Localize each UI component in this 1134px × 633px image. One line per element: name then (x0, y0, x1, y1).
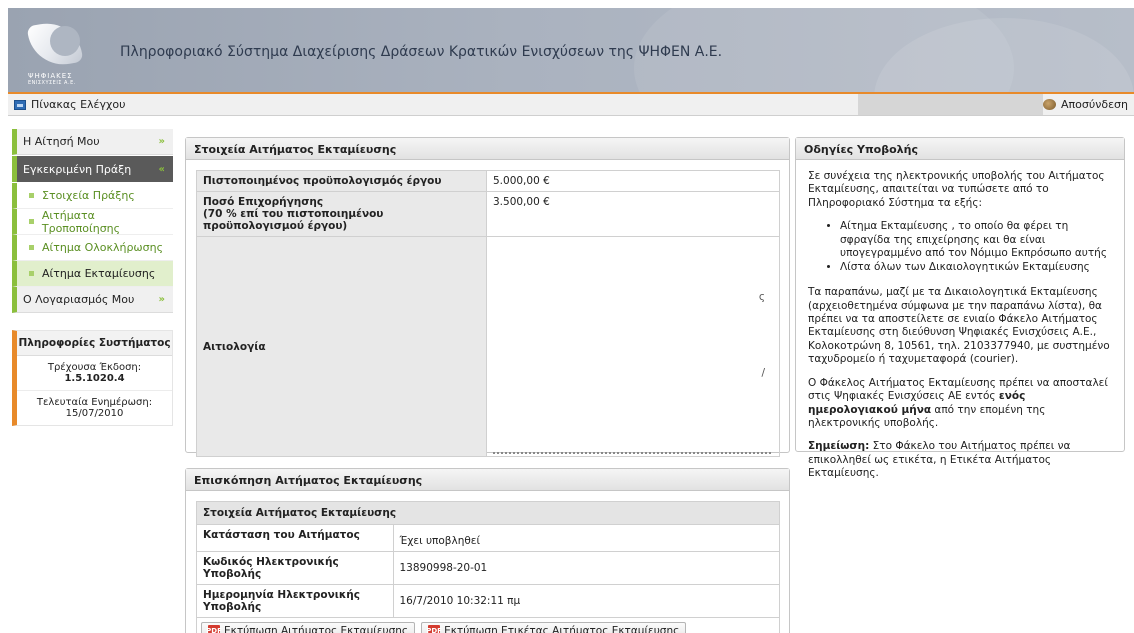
row-label: Κωδικός Ηλεκτρονικής Υποβολής (197, 551, 394, 585)
submission-code-value: 13890998-20-01 (393, 551, 779, 585)
instructions-paragraph: Σε συνέχεια της ηλεκτρονικής υποβολής το… (808, 170, 1105, 209)
subpanel-title: Στοιχεία Αιτήματος Εκταμίευσης (197, 502, 779, 525)
row-label: Αιτιολογία (196, 236, 487, 457)
table-row: Κωδικός Ηλεκτρονικής Υποβολής 13890998-2… (197, 551, 779, 585)
request-status-value: Έχει υποβληθεί (393, 525, 779, 552)
sidebar-item-approved-project[interactable]: Εγκεκριμένη Πράξη « (12, 156, 173, 182)
instructions-paragraph: Ο Φάκελος Αιτήματος Εκταμίευσης πρέπει ν… (808, 376, 1108, 429)
disbursement-review-panel: Επισκόπηση Αιτήματος Εκταμίευσης Στοιχεί… (185, 468, 790, 633)
row-label: Πιστοποιημένος προϋπολογισμός έργου (196, 170, 487, 192)
sidebar-item-my-application[interactable]: Η Αίτησή Μου » (12, 129, 173, 155)
pdf-icon: PDF (426, 624, 442, 633)
disbursement-details-table: Πιστοποιημένος προϋπολογισμός έργου 5.00… (196, 170, 780, 457)
panel-title: Οδηγίες Υποβολής (796, 138, 1124, 160)
table-row: Αιτιολογία ς / (196, 236, 780, 457)
row-label: Ποσό Επιχορήγησης (70 % επί του πιστοποι… (196, 191, 487, 237)
row-value: 3.500,00 € (486, 191, 780, 237)
chevron-double-down-icon: » (158, 294, 165, 305)
sidebar-item-label: Στοιχεία Πράξης (42, 189, 135, 202)
bullet-icon (29, 193, 34, 198)
sidebar-item-label: Εγκεκριμένη Πράξη (23, 162, 132, 176)
scroll-artifact: / (761, 367, 765, 379)
logo-subtext: ΕΝΙΣΧΥΣΕΙΣ Α.Ε. (28, 80, 76, 86)
system-info-title: Πληροφορίες Συστήματος (17, 331, 172, 356)
list-item: Λίστα όλων των Δικαιολογητικών Εκταμίευσ… (840, 261, 1112, 274)
sidebar-item-label: Ο Λογαριασμός Μου (23, 293, 135, 306)
panel-title: Στοιχεία Αιτήματος Εκταμίευσης (186, 138, 789, 160)
sidebar-item-disbursement-request[interactable]: Αίτημα Εκταμίευσης (12, 261, 173, 287)
table-row: Κατάσταση του Αιτήματος Έχει υποβληθεί (197, 525, 779, 552)
sidebar-item-label: Αίτημα Εκταμίευσης (42, 267, 156, 280)
logo-text: ΨΗΦΙΑΚΕΣ (28, 72, 73, 80)
instructions-note: Σημείωση: Στο Φάκελο του Αιτήματος πρέπε… (808, 440, 1071, 480)
top-navbar: Πίνακας Ελέγχου Αποσύνδεση (8, 94, 1134, 116)
pdf-icon: PDF (206, 624, 222, 633)
print-buttons: PDF Εκτύπωση Αιτήματος Εκταμίευσης PDF Ε… (197, 618, 779, 633)
disbursement-details-panel: Στοιχεία Αιτήματος Εκταμίευσης Πιστοποιη… (185, 137, 790, 457)
logout-link[interactable]: Αποσύνδεση (1043, 98, 1128, 111)
dashboard-label: Πίνακας Ελέγχου (31, 98, 126, 111)
sidebar-item-completion-request[interactable]: Αίτημα Ολοκλήρωσης (12, 235, 173, 261)
submission-instructions-panel: Οδηγίες Υποβολής Σε συνέχεια της ηλεκτρο… (795, 137, 1125, 479)
table-row: Ποσό Επιχορήγησης (70 % επί του πιστοποι… (196, 191, 780, 237)
panel-title: Επισκόπηση Αιτήματος Εκταμίευσης (186, 469, 789, 491)
sidebar-item-label: Αίτημα Ολοκλήρωσης (42, 241, 164, 254)
bullet-icon (29, 245, 34, 250)
sidebar-item-modification-requests[interactable]: Αιτήματα Τροποποίησης (12, 209, 173, 235)
sidebar-menu: Η Αίτησή Μου » Εγκεκριμένη Πράξη « Στοιχ… (12, 129, 173, 314)
sidebar-item-label: Η Αίτησή Μου (23, 135, 100, 148)
system-title: Πληροφοριακό Σύστημα Διαχείρισης Δράσεων… (120, 44, 723, 60)
instructions-paragraph: Τα παραπάνω, μαζί με τα Δικαιολογητικά Ε… (808, 286, 1110, 366)
logout-icon (1043, 99, 1057, 110)
dashboard-link[interactable]: Πίνακας Ελέγχου (14, 98, 125, 111)
dashboard-icon (14, 99, 26, 110)
instructions-body: Σε συνέχεια της ηλεκτρονικής υποβολής το… (796, 160, 1124, 501)
chevron-double-up-icon: « (158, 163, 165, 175)
submission-date-value: 16/7/2010 10:32:11 πμ (393, 584, 779, 618)
company-logo[interactable]: ΨΗΦΙΑΚΕΣ ΕΝΙΣΧΥΣΕΙΣ Α.Ε. (24, 17, 86, 88)
site-header: ΨΗΦΙΑΚΕΣ ΕΝΙΣΧΥΣΕΙΣ Α.Ε. Πληροφοριακό Σύ… (8, 8, 1134, 92)
review-table: Κατάσταση του Αιτήματος Έχει υποβληθεί Κ… (197, 525, 779, 618)
logout-label: Αποσύνδεση (1061, 98, 1128, 111)
print-label-button[interactable]: PDF Εκτύπωση Ετικέτας Αιτήματος Εκταμίευ… (421, 621, 687, 633)
print-request-button[interactable]: PDF Εκτύπωση Αιτήματος Εκταμίευσης (201, 621, 416, 633)
list-item: Αίτημα Εκταμίευσης , το οποίο θα φέρει τ… (840, 220, 1112, 260)
system-info-box: Πληροφορίες Συστήματος Τρέχουσα Έκδοση: … (12, 330, 173, 426)
review-subpanel: Στοιχεία Αιτήματος Εκταμίευσης Κατάσταση… (196, 501, 780, 633)
table-row: Ημερομηνία Ηλεκτρονικής Υποβολής 16/7/20… (197, 584, 779, 618)
system-last-update: Τελευταία Ενημέρωση: 15/07/2010 (36, 397, 153, 419)
table-row: Πιστοποιημένος προϋπολογισμός έργου 5.00… (196, 170, 780, 192)
row-value: 5.000,00 € (486, 170, 780, 192)
navbar-spacer (858, 94, 1043, 115)
truncated-text-line (493, 452, 771, 456)
scroll-artifact: ς (758, 291, 765, 303)
instructions-list: Αίτημα Εκταμίευσης , το οποίο θα φέρει τ… (840, 220, 1112, 274)
system-version: Τρέχουσα Έκδοση: 1.5.1020.4 (17, 356, 172, 391)
bullet-icon (29, 219, 34, 224)
bullet-icon (29, 271, 34, 276)
sidebar-item-label: Αιτήματα Τροποποίησης (41, 208, 121, 235)
row-label: Κατάσταση του Αιτήματος (197, 525, 394, 552)
row-label: Ημερομηνία Ηλεκτρονικής Υποβολής (197, 584, 394, 618)
sidebar-item-my-account[interactable]: Ο Λογαριασμός Μου » (12, 287, 173, 313)
sidebar-item-project-details[interactable]: Στοιχεία Πράξης (12, 183, 173, 209)
justification-field: ς / (486, 236, 780, 457)
chevron-double-down-icon: » (158, 136, 165, 147)
